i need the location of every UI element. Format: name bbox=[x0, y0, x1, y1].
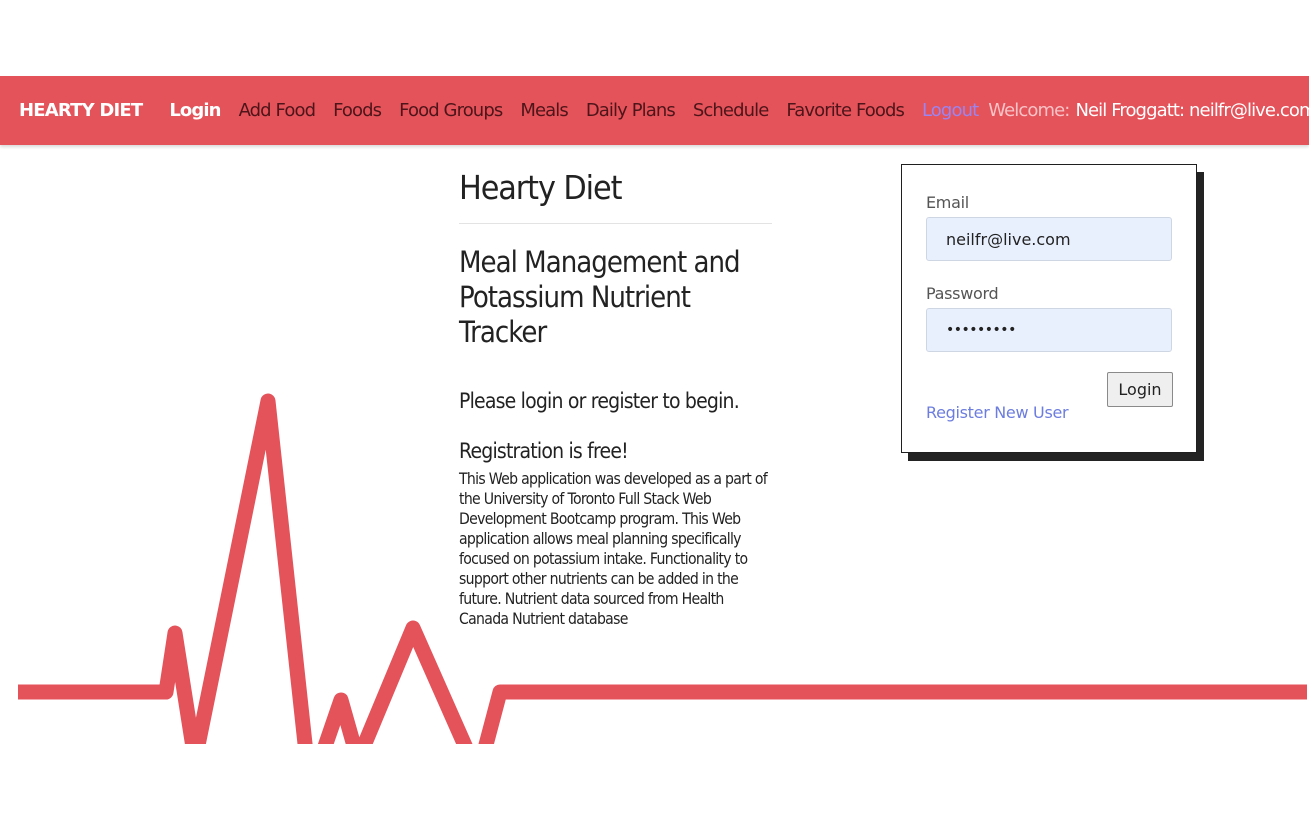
login-card: Email Password Login Register New User bbox=[901, 164, 1197, 453]
page-subtitle: Meal Management and Potassium Nutrient T… bbox=[459, 245, 741, 349]
email-field[interactable] bbox=[926, 217, 1172, 261]
login-prompt: Please login or register to begin. bbox=[459, 389, 740, 413]
nav-daily-plans[interactable]: Daily Plans bbox=[586, 100, 676, 121]
nav-add-food[interactable]: Add Food bbox=[239, 100, 316, 121]
app-description: This Web application was developed as a … bbox=[459, 469, 768, 628]
login-button[interactable]: Login bbox=[1107, 372, 1173, 407]
password-label: Password bbox=[926, 284, 999, 303]
main-content: Hearty Diet Meal Management and Potassiu… bbox=[459, 168, 775, 629]
brand-logo[interactable]: HEARTY DIET bbox=[19, 100, 143, 121]
password-field[interactable] bbox=[926, 308, 1172, 352]
navbar: HEARTY DIET Login Add Food Foods Food Gr… bbox=[0, 76, 1309, 145]
welcome-label: Welcome: bbox=[988, 100, 1070, 121]
nav-favorite-foods[interactable]: Favorite Foods bbox=[786, 100, 904, 121]
register-new-user-link[interactable]: Register New User bbox=[926, 403, 1069, 422]
nav-login[interactable]: Login bbox=[169, 100, 221, 121]
title-divider bbox=[459, 223, 772, 224]
page-title: Hearty Diet bbox=[459, 168, 622, 207]
email-label: Email bbox=[926, 193, 969, 212]
nav-schedule[interactable]: Schedule bbox=[693, 100, 769, 121]
registration-free-note: Registration is free! bbox=[459, 439, 629, 463]
nav-meals[interactable]: Meals bbox=[520, 100, 568, 121]
page: HEARTY DIET Login Add Food Foods Food Gr… bbox=[0, 0, 1309, 823]
welcome-user: Neil Froggatt: neilfr@live.com bbox=[1075, 100, 1309, 121]
nav-foods[interactable]: Foods bbox=[333, 100, 382, 121]
nav-food-groups[interactable]: Food Groups bbox=[399, 100, 503, 121]
nav-logout[interactable]: Logout bbox=[922, 100, 979, 121]
